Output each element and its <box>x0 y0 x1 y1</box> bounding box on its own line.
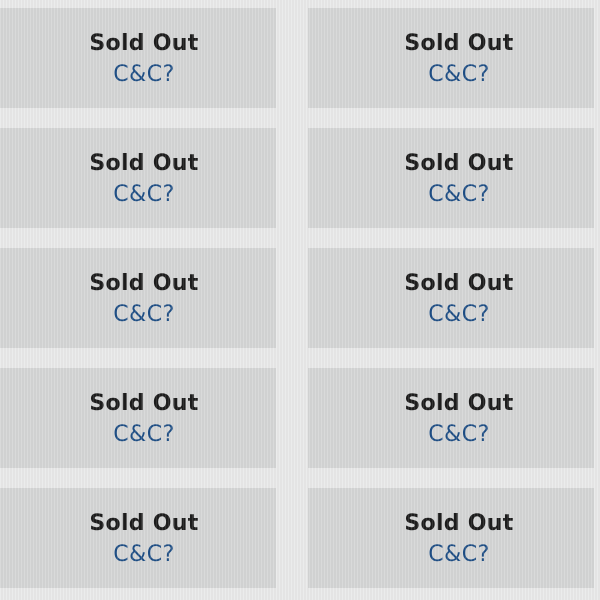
status-label: Sold Out <box>89 391 199 416</box>
status-label: Sold Out <box>404 511 514 536</box>
click-and-collect-link[interactable]: C&C? <box>428 540 490 570</box>
click-and-collect-link[interactable]: C&C? <box>428 300 490 330</box>
click-and-collect-link[interactable]: C&C? <box>428 60 490 90</box>
click-and-collect-link[interactable]: C&C? <box>428 420 490 450</box>
status-label: Sold Out <box>89 511 199 536</box>
status-label: Sold Out <box>89 31 199 56</box>
availability-cell: Sold Out C&C? <box>308 368 594 468</box>
click-and-collect-link[interactable]: C&C? <box>428 180 490 210</box>
availability-cell: Sold Out C&C? <box>308 488 594 588</box>
click-and-collect-link[interactable]: C&C? <box>113 300 175 330</box>
availability-cell: Sold Out C&C? <box>0 488 276 588</box>
click-and-collect-link[interactable]: C&C? <box>113 60 175 90</box>
availability-cell: Sold Out C&C? <box>0 8 276 108</box>
status-label: Sold Out <box>404 391 514 416</box>
availability-cell: Sold Out C&C? <box>308 8 594 108</box>
click-and-collect-link[interactable]: C&C? <box>113 420 175 450</box>
availability-grid: Sold Out C&C? Sold Out C&C? Sold Out C&C… <box>0 8 600 588</box>
status-label: Sold Out <box>89 151 199 176</box>
status-label: Sold Out <box>404 151 514 176</box>
availability-cell: Sold Out C&C? <box>0 248 276 348</box>
availability-cell: Sold Out C&C? <box>308 248 594 348</box>
status-label: Sold Out <box>89 271 199 296</box>
status-label: Sold Out <box>404 31 514 56</box>
availability-screen: Sold Out C&C? Sold Out C&C? Sold Out C&C… <box>0 0 600 600</box>
availability-cell: Sold Out C&C? <box>308 128 594 228</box>
availability-cell: Sold Out C&C? <box>0 128 276 228</box>
click-and-collect-link[interactable]: C&C? <box>113 180 175 210</box>
availability-cell: Sold Out C&C? <box>0 368 276 468</box>
click-and-collect-link[interactable]: C&C? <box>113 540 175 570</box>
status-label: Sold Out <box>404 271 514 296</box>
